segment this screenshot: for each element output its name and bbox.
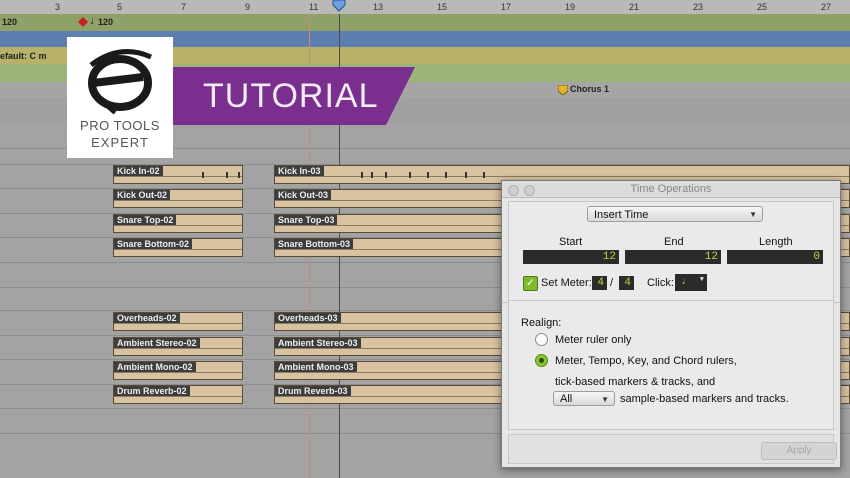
- dialog-footer: Apply: [508, 434, 837, 464]
- clip-transient: [371, 172, 373, 178]
- clip-transient: [385, 172, 387, 178]
- meter-ruler-only-label: Meter ruler only: [555, 334, 632, 346]
- clip-waveform: [114, 372, 242, 373]
- ruler-tick: 19: [565, 2, 576, 12]
- minimize-window-icon[interactable]: [524, 185, 535, 196]
- marker-flag-icon[interactable]: [558, 85, 568, 95]
- tutorial-banner: TUTORIAL: [173, 67, 415, 125]
- sample-based-select[interactable]: All ▼: [553, 391, 615, 406]
- clip-transient: [445, 172, 447, 178]
- clip-waveform: [114, 249, 242, 250]
- audio-clip[interactable]: Ambient Mono-02: [113, 361, 243, 380]
- chevron-down-icon: ▼: [699, 276, 704, 284]
- dialog-title: Time Operations: [630, 183, 712, 195]
- tempo-ruler[interactable]: 120 ♩ 120: [0, 14, 850, 31]
- tempo-marker-value: 120: [98, 17, 114, 27]
- ruler-tick: 9: [245, 2, 251, 12]
- clip-waveform: [114, 396, 242, 397]
- tempo-marker-icon[interactable]: [78, 17, 88, 27]
- meter-ruler-only-radio[interactable]: [535, 333, 548, 346]
- time-operations-dialog: Time Operations Insert Time ▼ Start End …: [501, 180, 841, 468]
- set-meter-checkbox[interactable]: ✓: [523, 276, 538, 291]
- audio-clip[interactable]: Kick Out-02: [113, 189, 243, 208]
- chevron-down-icon: ▼: [601, 395, 609, 404]
- timeline-ruler[interactable]: 3 5 7 9 11 13 15 17 19 21 23 25 27: [0, 0, 850, 15]
- ruler-tick: 11: [309, 2, 319, 12]
- audio-clip[interactable]: Snare Bottom-02: [113, 238, 243, 257]
- tempo-value: 120: [2, 17, 18, 27]
- marker-label: Chorus 1: [570, 84, 610, 94]
- sample-based-value: All: [560, 393, 573, 405]
- tick-based-label: tick-based markers & tracks, and: [555, 376, 716, 388]
- key-signature-label: efault: C m: [0, 51, 47, 61]
- click-value-select[interactable]: ♩ ▼: [675, 274, 707, 291]
- clip-transient: [202, 172, 204, 178]
- length-field[interactable]: 0: [727, 250, 823, 264]
- operation-panel: Insert Time ▼ Start End Length 12 12 0 ✓…: [508, 201, 834, 301]
- all-rulers-label: Meter, Tempo, Key, and Chord rulers,: [555, 355, 737, 367]
- audio-clip[interactable]: Kick In-02: [113, 165, 243, 184]
- ruler-tick: 15: [437, 2, 448, 12]
- start-field[interactable]: 12: [523, 250, 619, 264]
- ruler-tick: 17: [501, 2, 512, 12]
- meter-denominator-field[interactable]: 4: [619, 276, 634, 290]
- audio-clip[interactable]: Ambient Stereo-02: [113, 337, 243, 356]
- ruler-tick: 5: [117, 2, 123, 12]
- ruler-tick: 7: [181, 2, 187, 12]
- banner-text: TUTORIAL: [203, 77, 379, 115]
- end-label: End: [664, 236, 684, 248]
- ruler-tick: 23: [693, 2, 704, 12]
- logo-line1: PRO TOOLS: [80, 118, 160, 133]
- apply-button[interactable]: Apply: [761, 442, 837, 460]
- quarter-note-icon: ♩: [681, 276, 688, 288]
- meter-slash: /: [610, 277, 614, 289]
- length-label: Length: [759, 236, 793, 248]
- ruler-tick: 27: [821, 2, 832, 12]
- realign-label: Realign:: [521, 317, 562, 329]
- pro-tools-expert-logo: PRO TOOLS EXPERT: [67, 37, 173, 158]
- ruler-tick: 21: [629, 2, 640, 12]
- clip-waveform: [114, 225, 242, 226]
- ruler-tick: 13: [373, 2, 384, 12]
- dialog-titlebar[interactable]: Time Operations: [502, 181, 840, 198]
- clip-transient: [427, 172, 429, 178]
- realign-panel: Realign: Meter ruler only Meter, Tempo, …: [508, 301, 834, 430]
- expert-e-logo-icon: [88, 49, 153, 115]
- meter-numerator-field[interactable]: 4: [592, 276, 607, 290]
- audio-clip[interactable]: Overheads-02: [113, 312, 243, 331]
- clip-transient: [465, 172, 467, 178]
- clip-transient: [361, 172, 363, 178]
- playhead-marker-icon[interactable]: [331, 0, 347, 12]
- clip-transient: [226, 172, 228, 178]
- clip-waveform: [114, 176, 242, 177]
- logo-line2: EXPERT: [91, 135, 149, 150]
- clip-waveform: [114, 348, 242, 349]
- sample-based-label: sample-based markers and tracks.: [620, 393, 789, 405]
- all-rulers-radio[interactable]: [535, 354, 548, 367]
- click-label: Click:: [647, 277, 674, 289]
- set-meter-label: Set Meter:: [541, 277, 592, 289]
- operation-value: Insert Time: [594, 209, 649, 221]
- close-window-icon[interactable]: [508, 185, 519, 196]
- clip-waveform: [114, 200, 242, 201]
- clip-transient: [409, 172, 411, 178]
- end-field[interactable]: 12: [625, 250, 721, 264]
- start-label: Start: [559, 236, 583, 248]
- audio-clip[interactable]: Drum Reverb-02: [113, 385, 243, 404]
- chevron-down-icon: ▼: [749, 210, 757, 219]
- operation-select[interactable]: Insert Time ▼: [587, 206, 763, 222]
- ruler-tick: 25: [757, 2, 768, 12]
- audio-clip[interactable]: Snare Top-02: [113, 214, 243, 233]
- ruler-tick: 3: [55, 2, 61, 12]
- clip-waveform: [114, 323, 242, 324]
- clip-transient: [238, 172, 240, 178]
- clip-transient: [483, 172, 485, 178]
